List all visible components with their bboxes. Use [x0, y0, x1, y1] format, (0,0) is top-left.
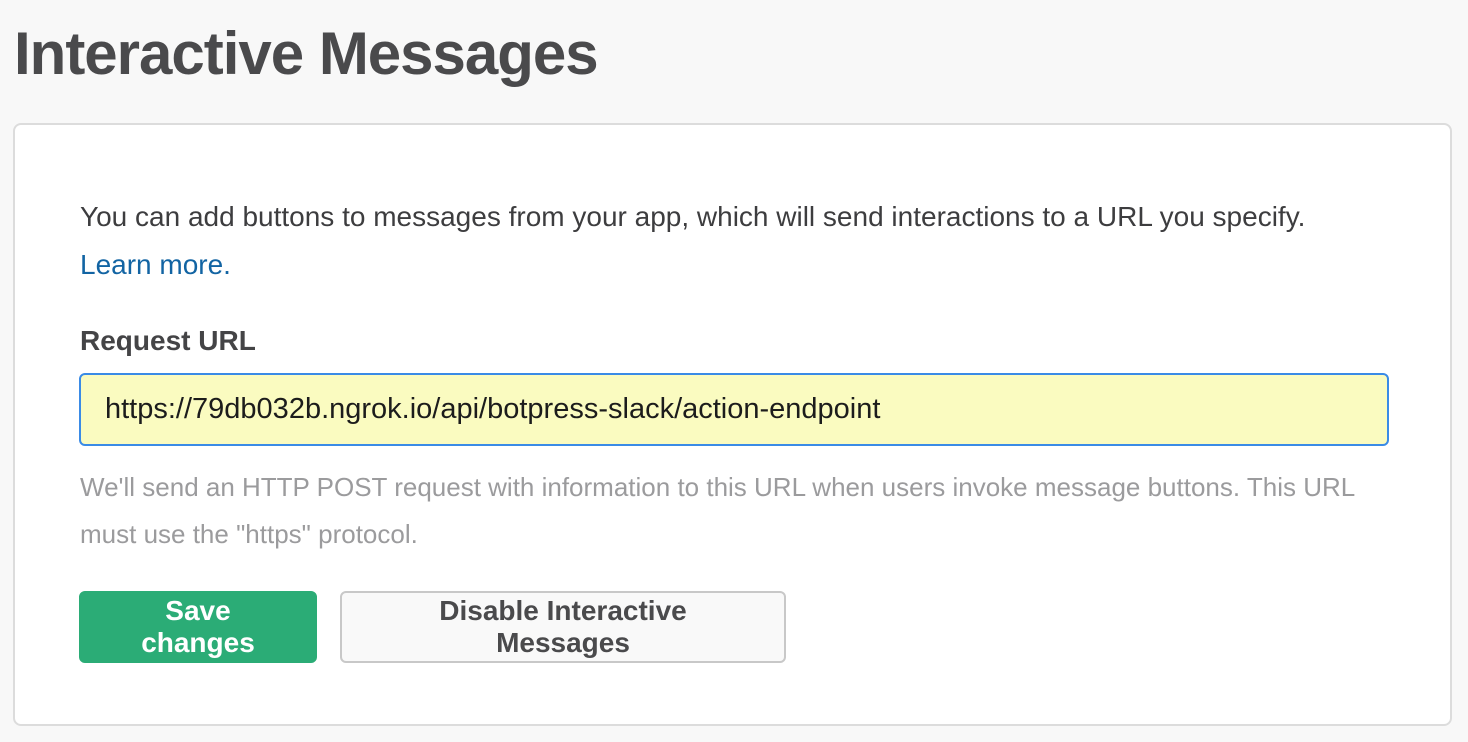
button-row: Save changes Disable Interactive Message…	[79, 591, 786, 663]
request-url-label: Request URL	[80, 325, 256, 356]
save-changes-button[interactable]: Save changes	[79, 591, 317, 663]
page-title: Interactive Messages	[14, 20, 599, 87]
request-url-help-text: We'll send an HTTP POST request with inf…	[80, 472, 1355, 549]
request-url-input[interactable]	[79, 373, 1389, 446]
interactive-messages-card: You can add buttons to messages from you…	[13, 123, 1452, 726]
description: You can add buttons to messages from you…	[80, 193, 1370, 289]
description-text: You can add buttons to messages from you…	[80, 201, 1306, 232]
disable-interactive-messages-button[interactable]: Disable Interactive Messages	[340, 591, 786, 663]
learn-more-link[interactable]: Learn more.	[80, 249, 231, 280]
page: Interactive Messages You can add buttons…	[0, 0, 1468, 742]
